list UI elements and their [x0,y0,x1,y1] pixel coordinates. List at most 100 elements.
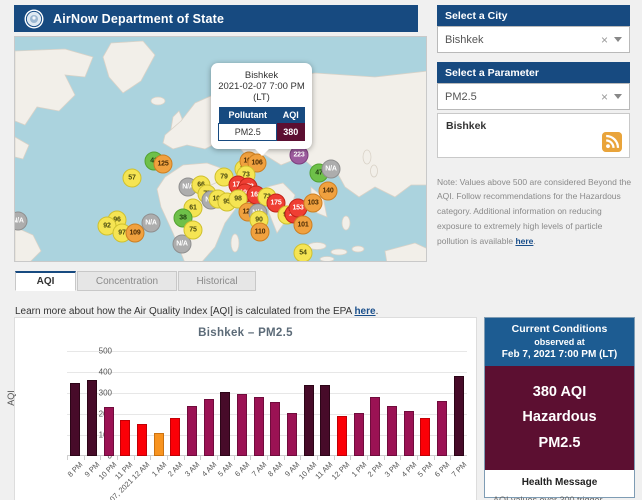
chart-bar[interactable] [237,394,247,456]
popup-city: Bishkek [218,70,305,81]
chart-bar[interactable] [370,397,380,456]
chart-x-label: 5 PM [416,460,435,479]
chart-gridline [67,393,467,394]
chart-bar[interactable] [404,411,414,456]
page: AirNow Department of State [0,0,642,500]
chart-bar[interactable] [70,383,80,457]
select-city-header: Select a City [437,5,630,26]
cc-health-title: Health Message [493,477,626,488]
chart-bar[interactable] [220,392,230,456]
cc-health-text: AQI values over 300 trigger health warni… [493,493,626,500]
parameter-caret-icon[interactable] [614,94,622,99]
popup-pollutant-value: PM2.5 [219,124,277,141]
aqi-map-marker[interactable]: N/A [322,160,341,179]
learn-more-text: Learn more about how the Air Quality Ind… [15,306,354,317]
cc-aqi-value: 380 AQI [489,380,630,405]
aqi-map-marker[interactable]: 101 [294,216,313,235]
popup-timezone: (LT) [218,92,305,103]
chart-x-label: 5 AM [216,460,234,478]
chart-bar[interactable] [187,406,197,456]
chart-bar[interactable] [287,413,297,456]
chart-plot-area: 0100200300400500 [67,351,467,456]
chart-x-label: 1 AM [150,460,168,478]
city-clear-icon[interactable]: × [595,33,614,47]
current-conditions-panel: Current Conditions observed at Feb 7, 20… [484,317,635,498]
parameter-clear-icon[interactable]: × [595,90,614,104]
chart-x-label: 1 PM [349,460,368,479]
chart-x-label: 8 PM [66,460,85,479]
popup-aqi-value: 380 [277,124,305,141]
chart-x-axis-labels: 8 PM9 PM10 PM11 PMFeb 07, 2021 12 AM1 AM… [67,460,467,500]
chart-bar[interactable] [170,418,180,456]
tab-historical[interactable]: Historical [178,271,256,291]
map-popup[interactable]: Bishkek 2021-02-07 7:00 PM (LT) Pollutan… [211,63,312,149]
learn-more-period: . [376,306,379,317]
popup-table: Pollutant AQI PM2.5 380 [218,107,305,141]
learn-more-here-link[interactable]: here [354,306,375,317]
rss-icon[interactable] [602,132,622,152]
aqi-chart-panel: Bishkek – PM2.5 AQI 0100200300400500 8 P… [14,317,477,500]
chart-bar[interactable] [304,385,314,456]
chart-x-label: 4 PM [399,460,418,479]
chart-x-label: 12 PM [330,460,352,482]
chart-bar[interactable] [320,385,330,456]
cc-aqi-block: 380 AQI Hazardous PM2.5 [485,366,634,470]
current-conditions-header: Current Conditions observed at Feb 7, 20… [485,318,634,366]
tab-aqi[interactable]: AQI [15,271,76,291]
cc-category: Hazardous [489,405,630,430]
state-department-seal-icon [24,9,44,29]
chart-bar[interactable] [337,416,347,456]
chart-bar[interactable] [120,420,130,456]
chart-x-label: 6 PM [433,460,452,479]
chart-bar[interactable] [87,380,97,456]
chart-y-axis-label: AQI [6,390,16,406]
chart-x-label: 3 AM [183,460,201,478]
chart-bar[interactable] [154,433,164,456]
chart-bar[interactable] [420,418,430,456]
aqi-map-marker[interactable]: N/A [142,214,161,233]
chart-x-label: 4 AM [200,460,218,478]
note-here-link[interactable]: here [515,236,533,246]
chart-bar[interactable] [270,402,280,456]
app-header: AirNow Department of State [14,5,418,32]
chart-bar[interactable] [437,401,447,456]
aqi-map-marker[interactable]: 110 [251,223,270,242]
chart-gridline [67,372,467,373]
chart-title: Bishkek – PM2.5 [15,327,476,339]
chart-bar[interactable] [354,413,364,456]
chart-x-label: 7 PM [449,460,468,479]
chart-x-label: 8 AM [266,460,284,478]
chart-x-label: 10 PM [96,460,118,482]
chart-bar[interactable] [387,406,397,456]
note-period: . [533,236,535,246]
parameter-select[interactable]: PM2.5 × [437,83,630,110]
chart-bar[interactable] [254,397,264,456]
aqi-map-marker[interactable]: 75 [184,221,203,240]
feed-box: Bishkek [437,113,630,158]
cc-pollutant: PM2.5 [489,431,630,456]
view-tabs: AQI Concentration Historical [15,271,256,291]
chart-x-label: 10 AM [297,460,318,481]
cc-health-section: Health Message AQI values over 300 trigg… [485,470,634,500]
tab-concentration[interactable]: Concentration [77,271,177,291]
parameter-select-value: PM2.5 [445,91,595,103]
city-caret-icon[interactable] [614,37,622,42]
aqi-world-map[interactable]: N/A4112557N/A667977N/A100956138969297109… [14,36,427,262]
chart-x-label: 2 AM [166,460,184,478]
chart-bar[interactable] [454,376,464,456]
aqi-map-marker[interactable]: 57 [123,169,142,188]
chart-bar[interactable] [204,399,214,456]
cc-subtitle: observed at [489,337,630,347]
aqi-map-marker[interactable]: 54 [294,244,313,263]
select-parameter-header: Select a Parameter [437,62,630,83]
aqi-map-marker[interactable]: 140 [319,182,338,201]
city-select[interactable]: Bishkek × [437,26,630,53]
popup-datetime: 2021-02-07 7:00 PM [218,81,305,92]
chart-x-label: 7 AM [250,460,268,478]
chart-x-label: 6 AM [233,460,251,478]
chart-bar[interactable] [104,407,114,456]
chart-gridline [67,351,467,352]
beyond-aqi-note: Note: Values above 500 are considered Be… [437,175,633,249]
aqi-map-marker[interactable]: 125 [154,155,173,174]
chart-bar[interactable] [137,424,147,457]
